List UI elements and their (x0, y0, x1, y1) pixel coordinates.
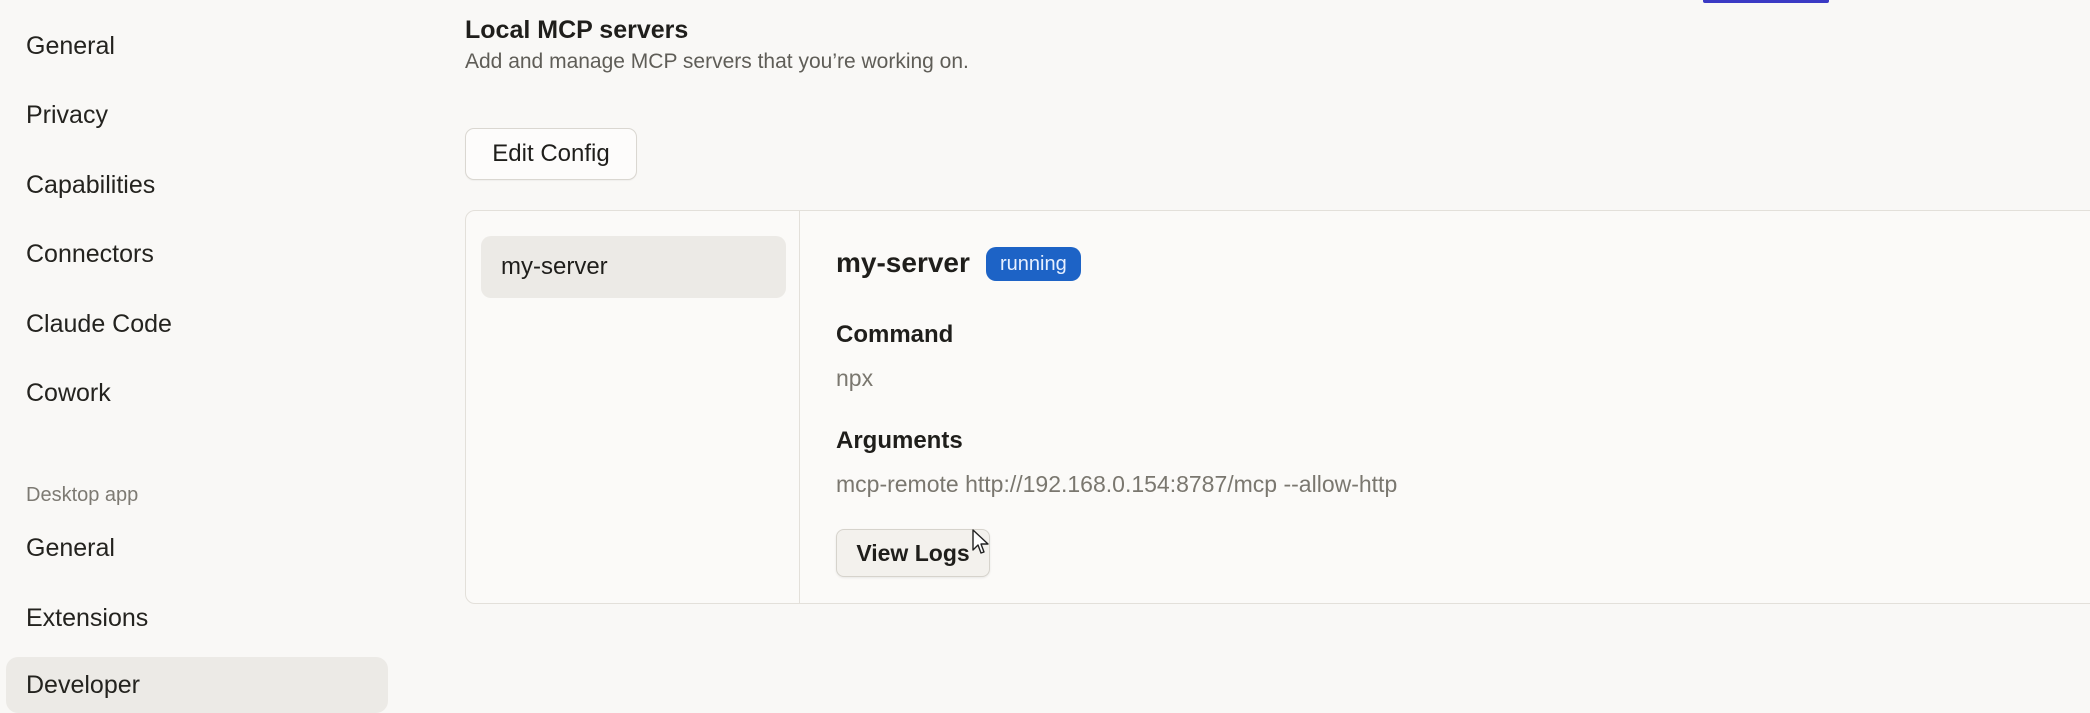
server-list-item[interactable]: my-server (481, 236, 786, 298)
section-label-desktop-app: Desktop app (26, 484, 139, 506)
sidebar-item-capabilities[interactable]: Capabilities (6, 157, 388, 213)
arguments-value: mcp-remote http://192.168.0.154:8787/mcp… (836, 471, 1398, 497)
edit-config-button[interactable]: Edit Config (465, 128, 637, 180)
page-title: Local MCP servers (465, 16, 689, 44)
sidebar-item-privacy[interactable]: Privacy (6, 87, 388, 143)
server-list: my-server (466, 211, 800, 603)
page-subtitle: Add and manage MCP servers that you’re w… (465, 50, 969, 73)
sidebar-item-connectors[interactable]: Connectors (6, 226, 388, 282)
developer-settings-panel: Local MCP servers Add and manage MCP ser… (465, 0, 2090, 704)
sidebar-item-extensions[interactable]: Extensions (6, 590, 388, 646)
server-name: my-server (836, 247, 970, 278)
settings-sidebar: General Privacy Capabilities Connectors … (0, 0, 400, 713)
command-value: npx (836, 365, 874, 391)
arguments-label: Arguments (836, 427, 963, 454)
sidebar-item-claude-code[interactable]: Claude Code (6, 296, 388, 352)
sidebar-item-developer[interactable]: Developer (6, 657, 388, 713)
sidebar-item-general[interactable]: General (6, 18, 388, 74)
status-badge: running (986, 247, 1081, 281)
server-detail: my-server running Command npx Arguments … (836, 211, 2090, 603)
view-logs-button[interactable]: View Logs (836, 529, 990, 577)
sidebar-item-desktop-general[interactable]: General (6, 520, 388, 576)
command-label: Command (836, 321, 954, 348)
sidebar-item-cowork[interactable]: Cowork (6, 365, 388, 421)
server-card: my-server my-server running Command npx … (465, 210, 2090, 604)
